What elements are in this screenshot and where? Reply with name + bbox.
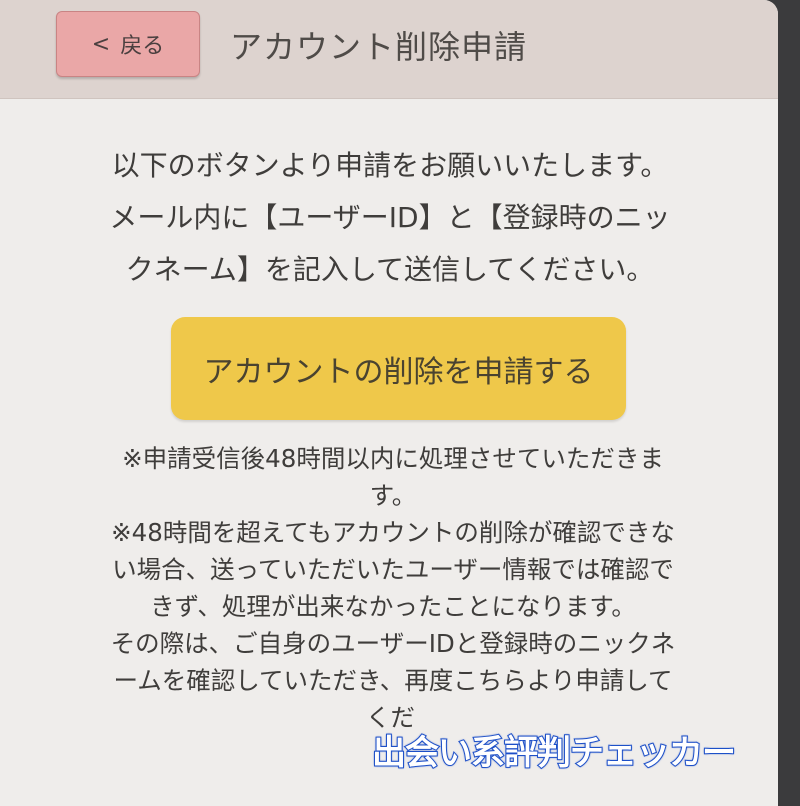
chevron-left-icon: < [91, 31, 111, 57]
note-line: ※48時間を超えてもアカウントの削除が確認できな [111, 518, 675, 547]
back-button-label: 戻る [120, 34, 165, 59]
watermark: 出会い系評判チェッカー [371, 732, 737, 774]
note-line: その際は、ご自身のユーザーIDと登録時のニックネ [110, 629, 676, 658]
note-line: ※申請受信後48時間以内に処理させていただきま [122, 444, 664, 473]
page-title: アカウント削除申請 [230, 28, 528, 66]
note-line: きず、処理が出来なかったことになります。 [150, 592, 636, 621]
notes-text: ※申請受信後48時間以内に処理させていただきま す。 ※48時間を超えてもアカウ… [48, 440, 738, 736]
note-line: ームを確認していただき、再度こちらより申請して [113, 666, 673, 695]
intro-line: 以下のボタンより申請をお願いいたします。 [111, 149, 669, 182]
header-bar: < 戻る アカウント削除申請 [0, 0, 778, 99]
intro-line: メール内に【ユーザーID】と【登録時のニッ [109, 201, 671, 234]
app-screen: < 戻る アカウント削除申請 以下のボタンより申請をお願いいたします。 メール内… [0, 0, 778, 806]
apply-deletion-button[interactable]: アカウントの削除を申請する [171, 317, 626, 420]
note-line: す。 [369, 481, 417, 510]
note-line: い場合、送っていただいたユーザー情報では確認で [112, 555, 674, 584]
intro-text: 以下のボタンより申請をお願いいたします。 メール内に【ユーザーID】と【登録時の… [40, 140, 740, 296]
intro-line: クネーム】を記入して送信してください。 [125, 253, 655, 286]
back-button[interactable]: < 戻る [56, 11, 200, 77]
